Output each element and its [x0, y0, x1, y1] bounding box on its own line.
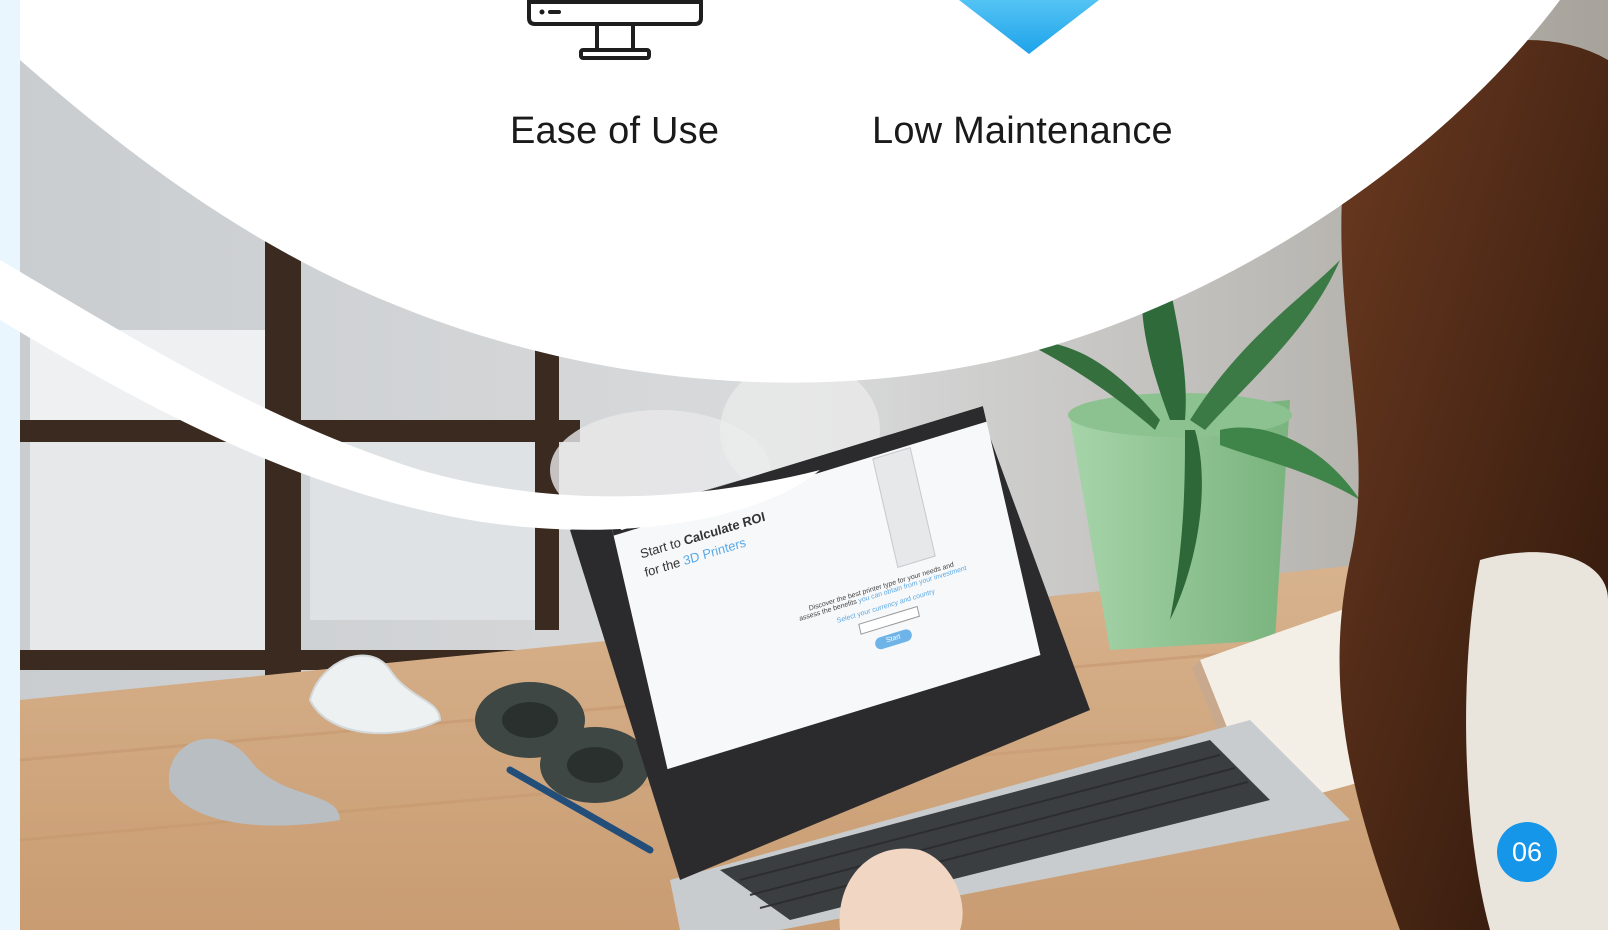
feature-label-low-maintenance: Low Maintenance: [872, 110, 1173, 152]
monitor-icon: [527, 0, 703, 60]
feature-label-ease-of-use: Ease of Use: [510, 110, 720, 152]
blue-triangle-icon: [959, 0, 1099, 54]
white-curve-overlay: [0, 0, 1560, 530]
page-number-badge: 06: [1497, 822, 1557, 882]
